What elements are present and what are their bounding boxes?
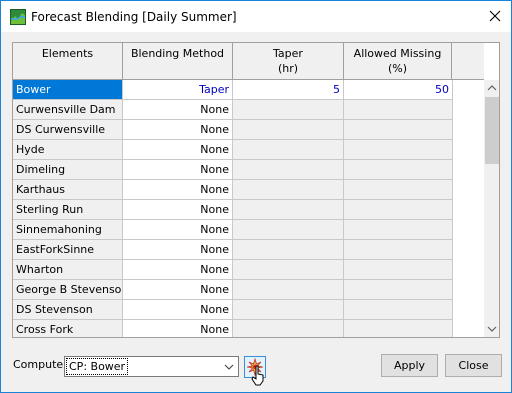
taper-cell — [233, 180, 344, 200]
taper-cell — [233, 100, 344, 120]
allowed-missing-cell — [344, 160, 453, 180]
table-row[interactable]: DS Stevenson None — [13, 300, 484, 320]
table-row[interactable]: Karthaus None — [13, 180, 484, 200]
taper-cell[interactable]: 5 — [233, 80, 344, 100]
allowed-missing-cell — [344, 180, 453, 200]
element-name-cell[interactable]: George B Stevenso... — [13, 280, 123, 300]
table-row[interactable]: Bower Taper 5 50 — [13, 80, 484, 100]
compute-label: Compute: — [13, 358, 67, 371]
chevron-down-icon — [224, 364, 234, 370]
close-button[interactable]: Close — [445, 354, 502, 377]
taper-cell — [233, 280, 344, 300]
element-name-cell[interactable]: Wharton — [13, 260, 123, 280]
element-name-cell[interactable]: Cross Fork — [13, 320, 123, 337]
header-taper[interactable]: Taper (hr) — [233, 43, 344, 80]
table-row[interactable]: Curwensville Dam None — [13, 100, 484, 120]
taper-cell — [233, 260, 344, 280]
blending-method-cell[interactable]: None — [123, 100, 233, 120]
blending-method-cell[interactable]: None — [123, 180, 233, 200]
header-taper-line1: Taper — [273, 47, 303, 60]
table-row[interactable]: Hyde None — [13, 140, 484, 160]
blending-method-cell[interactable]: Taper — [123, 80, 233, 100]
allowed-missing-cell — [344, 140, 453, 160]
table-row[interactable]: Sinnemahoning None — [13, 220, 484, 240]
header-blending-method[interactable]: Blending Method — [123, 43, 233, 80]
table-row[interactable]: Wharton None — [13, 260, 484, 280]
forecast-app-icon — [10, 9, 26, 25]
element-name-cell[interactable]: Curwensville Dam — [13, 100, 123, 120]
allowed-missing-cell — [344, 280, 453, 300]
chevron-down-icon — [487, 326, 497, 332]
chevron-up-icon — [487, 85, 497, 91]
blending-method-cell[interactable]: None — [123, 300, 233, 320]
blending-method-cell[interactable]: None — [123, 280, 233, 300]
compute-dropdown-value: CP: Bower — [65, 358, 129, 375]
blending-method-cell[interactable]: None — [123, 160, 233, 180]
blending-method-cell[interactable]: None — [123, 240, 233, 260]
scroll-down-button[interactable] — [484, 320, 499, 337]
taper-cell — [233, 120, 344, 140]
table-row[interactable]: Dimeling None — [13, 160, 484, 180]
element-name-cell[interactable]: DS Stevenson — [13, 300, 123, 320]
element-name-cell[interactable]: Sinnemahoning — [13, 220, 123, 240]
header-missing-line1: Allowed Missing — [353, 47, 442, 60]
table-row[interactable]: Sterling Run None — [13, 200, 484, 220]
taper-cell — [233, 140, 344, 160]
element-name-cell[interactable]: EastForkSinne — [13, 240, 123, 260]
table-row[interactable]: DS Curwensville None — [13, 120, 484, 140]
blending-method-cell[interactable]: None — [123, 200, 233, 220]
allowed-missing-cell[interactable]: 50 — [344, 80, 453, 100]
allowed-missing-cell — [344, 240, 453, 260]
allowed-missing-cell — [344, 320, 453, 337]
allowed-missing-cell — [344, 100, 453, 120]
vertical-scrollbar[interactable] — [484, 80, 499, 337]
allowed-missing-cell — [344, 300, 453, 320]
allowed-missing-cell — [344, 120, 453, 140]
element-name-cell[interactable]: Dimeling — [13, 160, 123, 180]
blending-method-cell[interactable]: None — [123, 260, 233, 280]
taper-cell — [233, 300, 344, 320]
taper-cell — [233, 240, 344, 260]
header-corner — [452, 43, 484, 80]
taper-cell — [233, 220, 344, 240]
window-close-button[interactable] — [483, 5, 507, 27]
element-name-cell[interactable]: Sterling Run — [13, 200, 123, 220]
allowed-missing-cell — [344, 200, 453, 220]
allowed-missing-cell — [344, 260, 453, 280]
blending-method-cell[interactable]: None — [123, 320, 233, 337]
blending-method-cell[interactable]: None — [123, 220, 233, 240]
header-missing-line2: (%) — [387, 62, 408, 75]
header-allowed-missing[interactable]: Allowed Missing (%) — [344, 43, 452, 80]
blending-method-cell[interactable]: None — [123, 120, 233, 140]
element-name-cell[interactable]: Karthaus — [13, 180, 123, 200]
taper-cell — [233, 320, 344, 337]
window-title: Forecast Blending [Daily Summer] — [31, 10, 237, 24]
element-name-cell[interactable]: DS Curwensville — [13, 120, 123, 140]
scroll-thumb[interactable] — [485, 97, 499, 164]
taper-cell — [233, 160, 344, 180]
allowed-missing-cell — [344, 220, 453, 240]
apply-button[interactable]: Apply — [381, 354, 438, 377]
table-row[interactable]: EastForkSinne None — [13, 240, 484, 260]
mouse-cursor-icon — [251, 365, 264, 386]
forecast-blending-dialog: Forecast Blending [Daily Summer] Element… — [0, 0, 512, 393]
close-icon — [489, 10, 501, 22]
element-name-cell[interactable]: Hyde — [13, 140, 123, 160]
blending-table: Elements Blending Method Taper (hr) Allo… — [12, 42, 500, 338]
header-elements-label: Elements — [41, 47, 94, 60]
element-name-cell[interactable]: Bower — [13, 80, 123, 100]
title-bar: Forecast Blending [Daily Summer] — [1, 1, 511, 32]
header-method-label: Blending Method — [130, 47, 225, 60]
header-elements[interactable]: Elements — [13, 43, 123, 80]
table-row[interactable]: Cross Fork None — [13, 320, 484, 337]
header-taper-line2: (hr) — [277, 62, 299, 75]
blending-method-cell[interactable]: None — [123, 140, 233, 160]
table-row[interactable]: George B Stevenso... None — [13, 280, 484, 300]
compute-dropdown[interactable]: CP: Bower — [64, 356, 239, 377]
scroll-up-button[interactable] — [484, 80, 499, 97]
taper-cell — [233, 200, 344, 220]
